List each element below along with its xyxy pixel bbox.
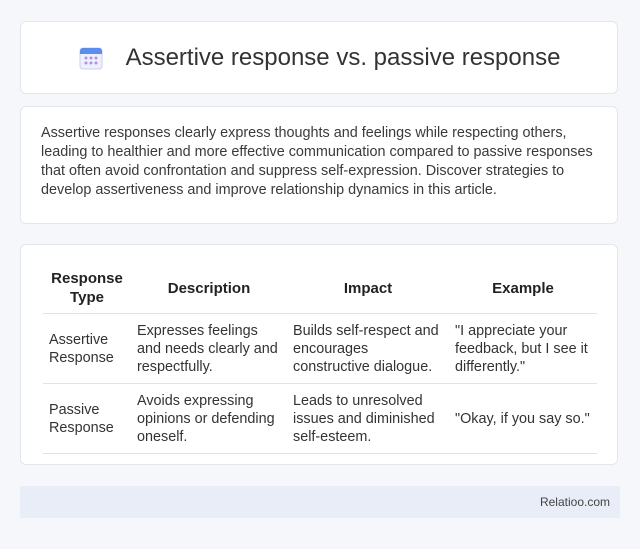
footer-brand: Relatioo.com [539,495,610,509]
calendar-icon [79,47,103,69]
cell-description: Expresses feelings and needs clearly and… [131,313,287,384]
page-title: Assertive response vs. passive response [125,43,561,71]
cell-example: "Okay, if you say so." [449,383,597,454]
cell-response-type: Passive Response [43,383,131,454]
title-card: Assertive response vs. passive response [20,21,618,94]
table-row: Passive Response Avoids expressing opini… [43,383,597,454]
cell-response-type: Assertive Response [43,313,131,384]
intro-card: Assertive responses clearly express thou… [20,106,618,224]
cell-impact: Leads to unresolved issues and diminishe… [287,383,449,454]
table-header-row: Response Type Description Impact Example [43,265,597,314]
column-header-description: Description [131,265,287,314]
cell-impact: Builds self-respect and encourages const… [287,313,449,384]
column-header-example: Example [449,265,597,314]
table-card: Response Type Description Impact Example… [20,244,618,465]
cell-description: Avoids expressing opinions or defending … [131,383,287,454]
cell-example: "I appreciate your feedback, but I see i… [449,313,597,384]
intro-text: Assertive responses clearly express thou… [41,125,593,198]
comparison-table: Response Type Description Impact Example… [43,265,597,454]
column-header-response-type: Response Type [43,265,131,314]
column-header-impact: Impact [287,265,449,314]
footer: Relatioo.com [20,486,620,518]
table-row: Assertive Response Expresses feelings an… [43,313,597,384]
